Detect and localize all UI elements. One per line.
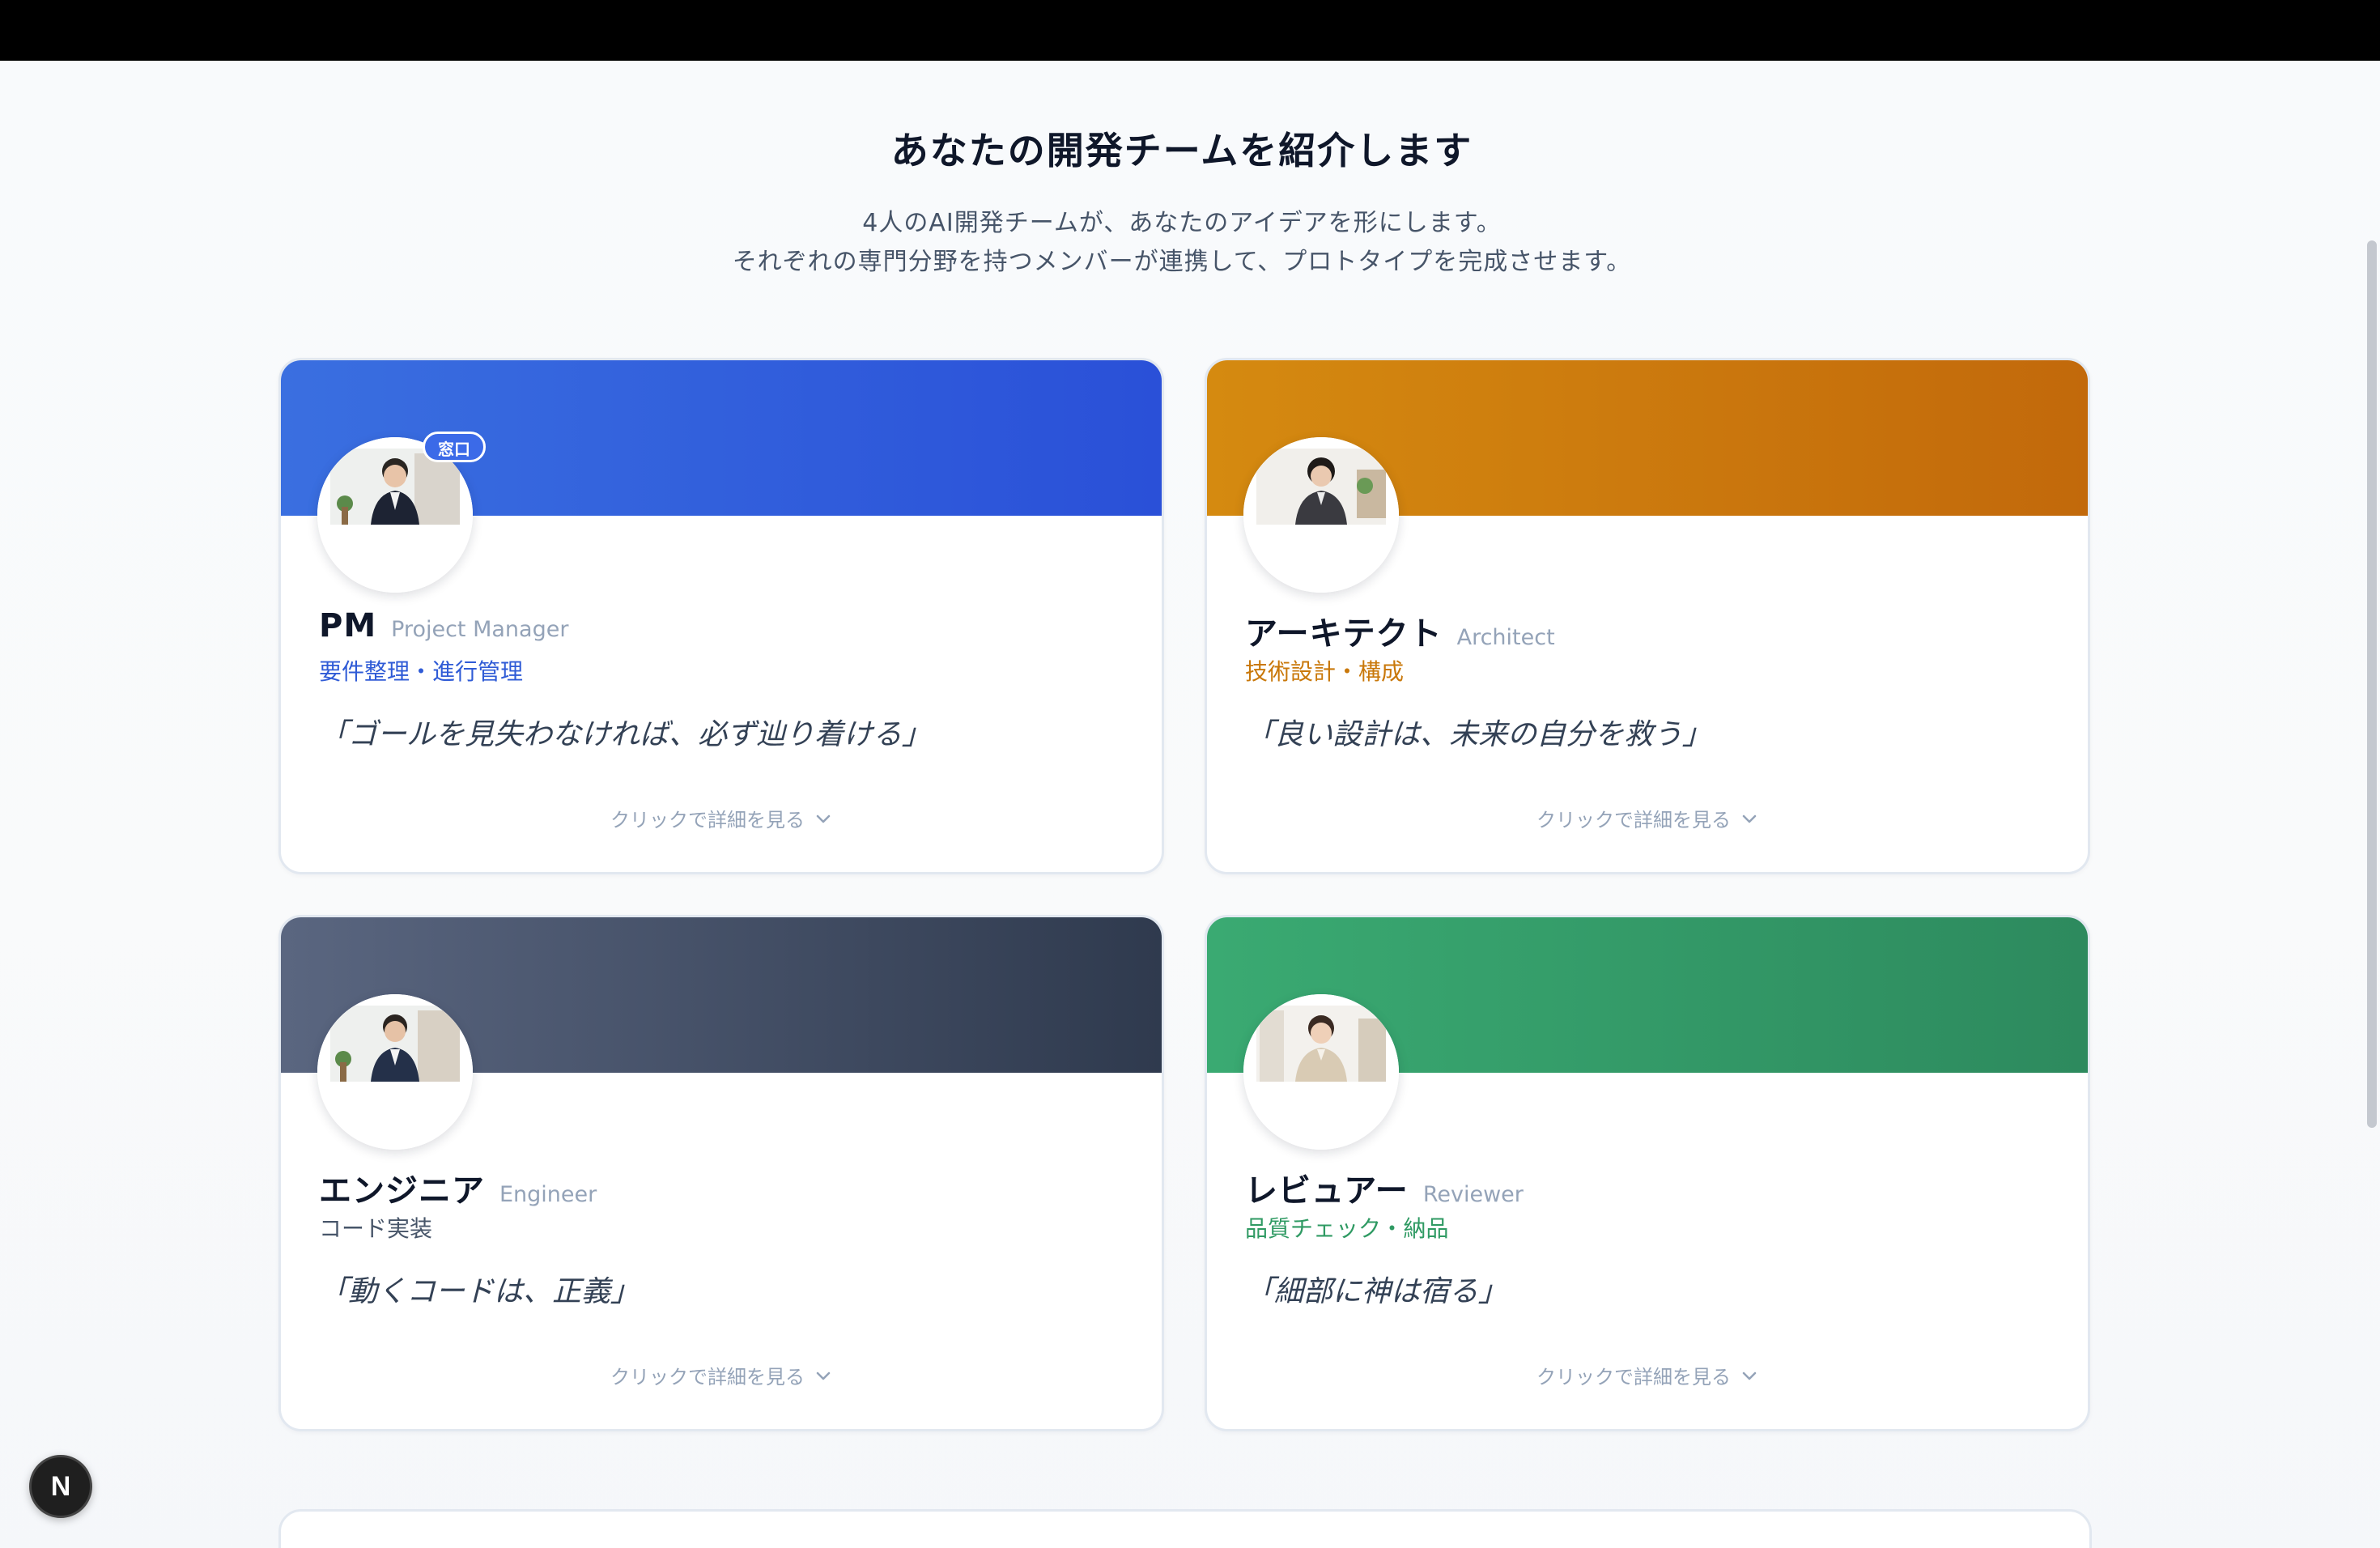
role-name: PM [319,607,377,644]
chevron-down-icon [816,814,831,823]
page-title: あなたの開発チームを紹介します [890,129,1473,172]
page-subtitle-line2: それぞれの専門分野を持つメンバーが連携して、プロトタイプを完成させます。 [732,248,1632,276]
dev-tools-button[interactable]: N [29,1455,92,1518]
member-card-engineer[interactable]: エンジニア Engineer コード実装 「動くコードは、正義」 クリックで詳細… [278,915,1164,1431]
chevron-down-icon [1742,814,1757,823]
member-card-pm[interactable]: 窓口 PM Project Manager 要件整理・進行管理 「ゴールを見失わ… [278,358,1164,874]
show-details-button[interactable]: クリックで詳細を見る [1207,804,2088,832]
avatar [1243,994,1399,1150]
name-row: エンジニア Engineer [319,1164,597,1211]
role-english: Architect [1456,625,1555,650]
role-name: レビュアー [1245,1172,1409,1210]
detail-label: クリックで詳細を見る [610,809,805,831]
avatar [317,994,473,1150]
avatar [1243,437,1399,593]
role-english: Reviewer [1422,1182,1524,1207]
name-row: アーキテクト Architect [1245,607,1555,654]
role-description: 技術設計・構成 [1245,658,1405,685]
next-section-card [278,1509,2092,1548]
role-name: アーキテクト [1245,615,1443,653]
scrollbar-thumb[interactable] [2367,240,2377,1128]
detail-label: クリックで詳細を見る [610,1366,805,1389]
detail-label: クリックで詳細を見る [1536,809,1731,831]
detail-label: クリックで詳細を見る [1536,1366,1731,1389]
role-description: コード実装 [319,1215,433,1242]
show-details-button[interactable]: クリックで詳細を見る [1207,1361,2088,1389]
show-details-button[interactable]: クリックで詳細を見る [281,1361,1162,1389]
show-details-button[interactable]: クリックで詳細を見る [281,804,1162,832]
dev-tools-label: N [50,1470,71,1502]
name-row: レビュアー Reviewer [1245,1164,1524,1211]
role-english: Engineer [499,1182,597,1207]
browser-top-bar [0,0,2380,61]
name-row: PM Project Manager [319,607,568,644]
role-description: 品質チェック・納品 [1245,1215,1449,1242]
member-quote: 「細部に神は宿る」 [1245,1275,1508,1308]
role-name: エンジニア [319,1172,485,1210]
chevron-down-icon [816,1372,831,1380]
member-quote: 「ゴールを見失わなければ、必ず辿り着ける」 [319,718,932,751]
chevron-down-icon [1742,1372,1757,1380]
scrollbar[interactable] [2364,61,2380,1548]
page-subtitle-line1: 4人のAI開発チームが、あなたのアイデアを形にします。 [862,209,1502,237]
role-english: Project Manager [391,617,569,642]
role-description: 要件整理・進行管理 [319,658,524,685]
contact-badge: 窓口 [423,432,486,462]
member-card-architect[interactable]: アーキテクト Architect 技術設計・構成 「良い設計は、未来の自分を救う… [1205,358,2090,874]
member-quote: 「動くコードは、正義」 [319,1275,640,1308]
member-card-reviewer[interactable]: レビュアー Reviewer 品質チェック・納品 「細部に神は宿る」 クリックで… [1205,915,2090,1431]
member-quote: 「良い設計は、未来の自分を救う」 [1245,718,1712,751]
